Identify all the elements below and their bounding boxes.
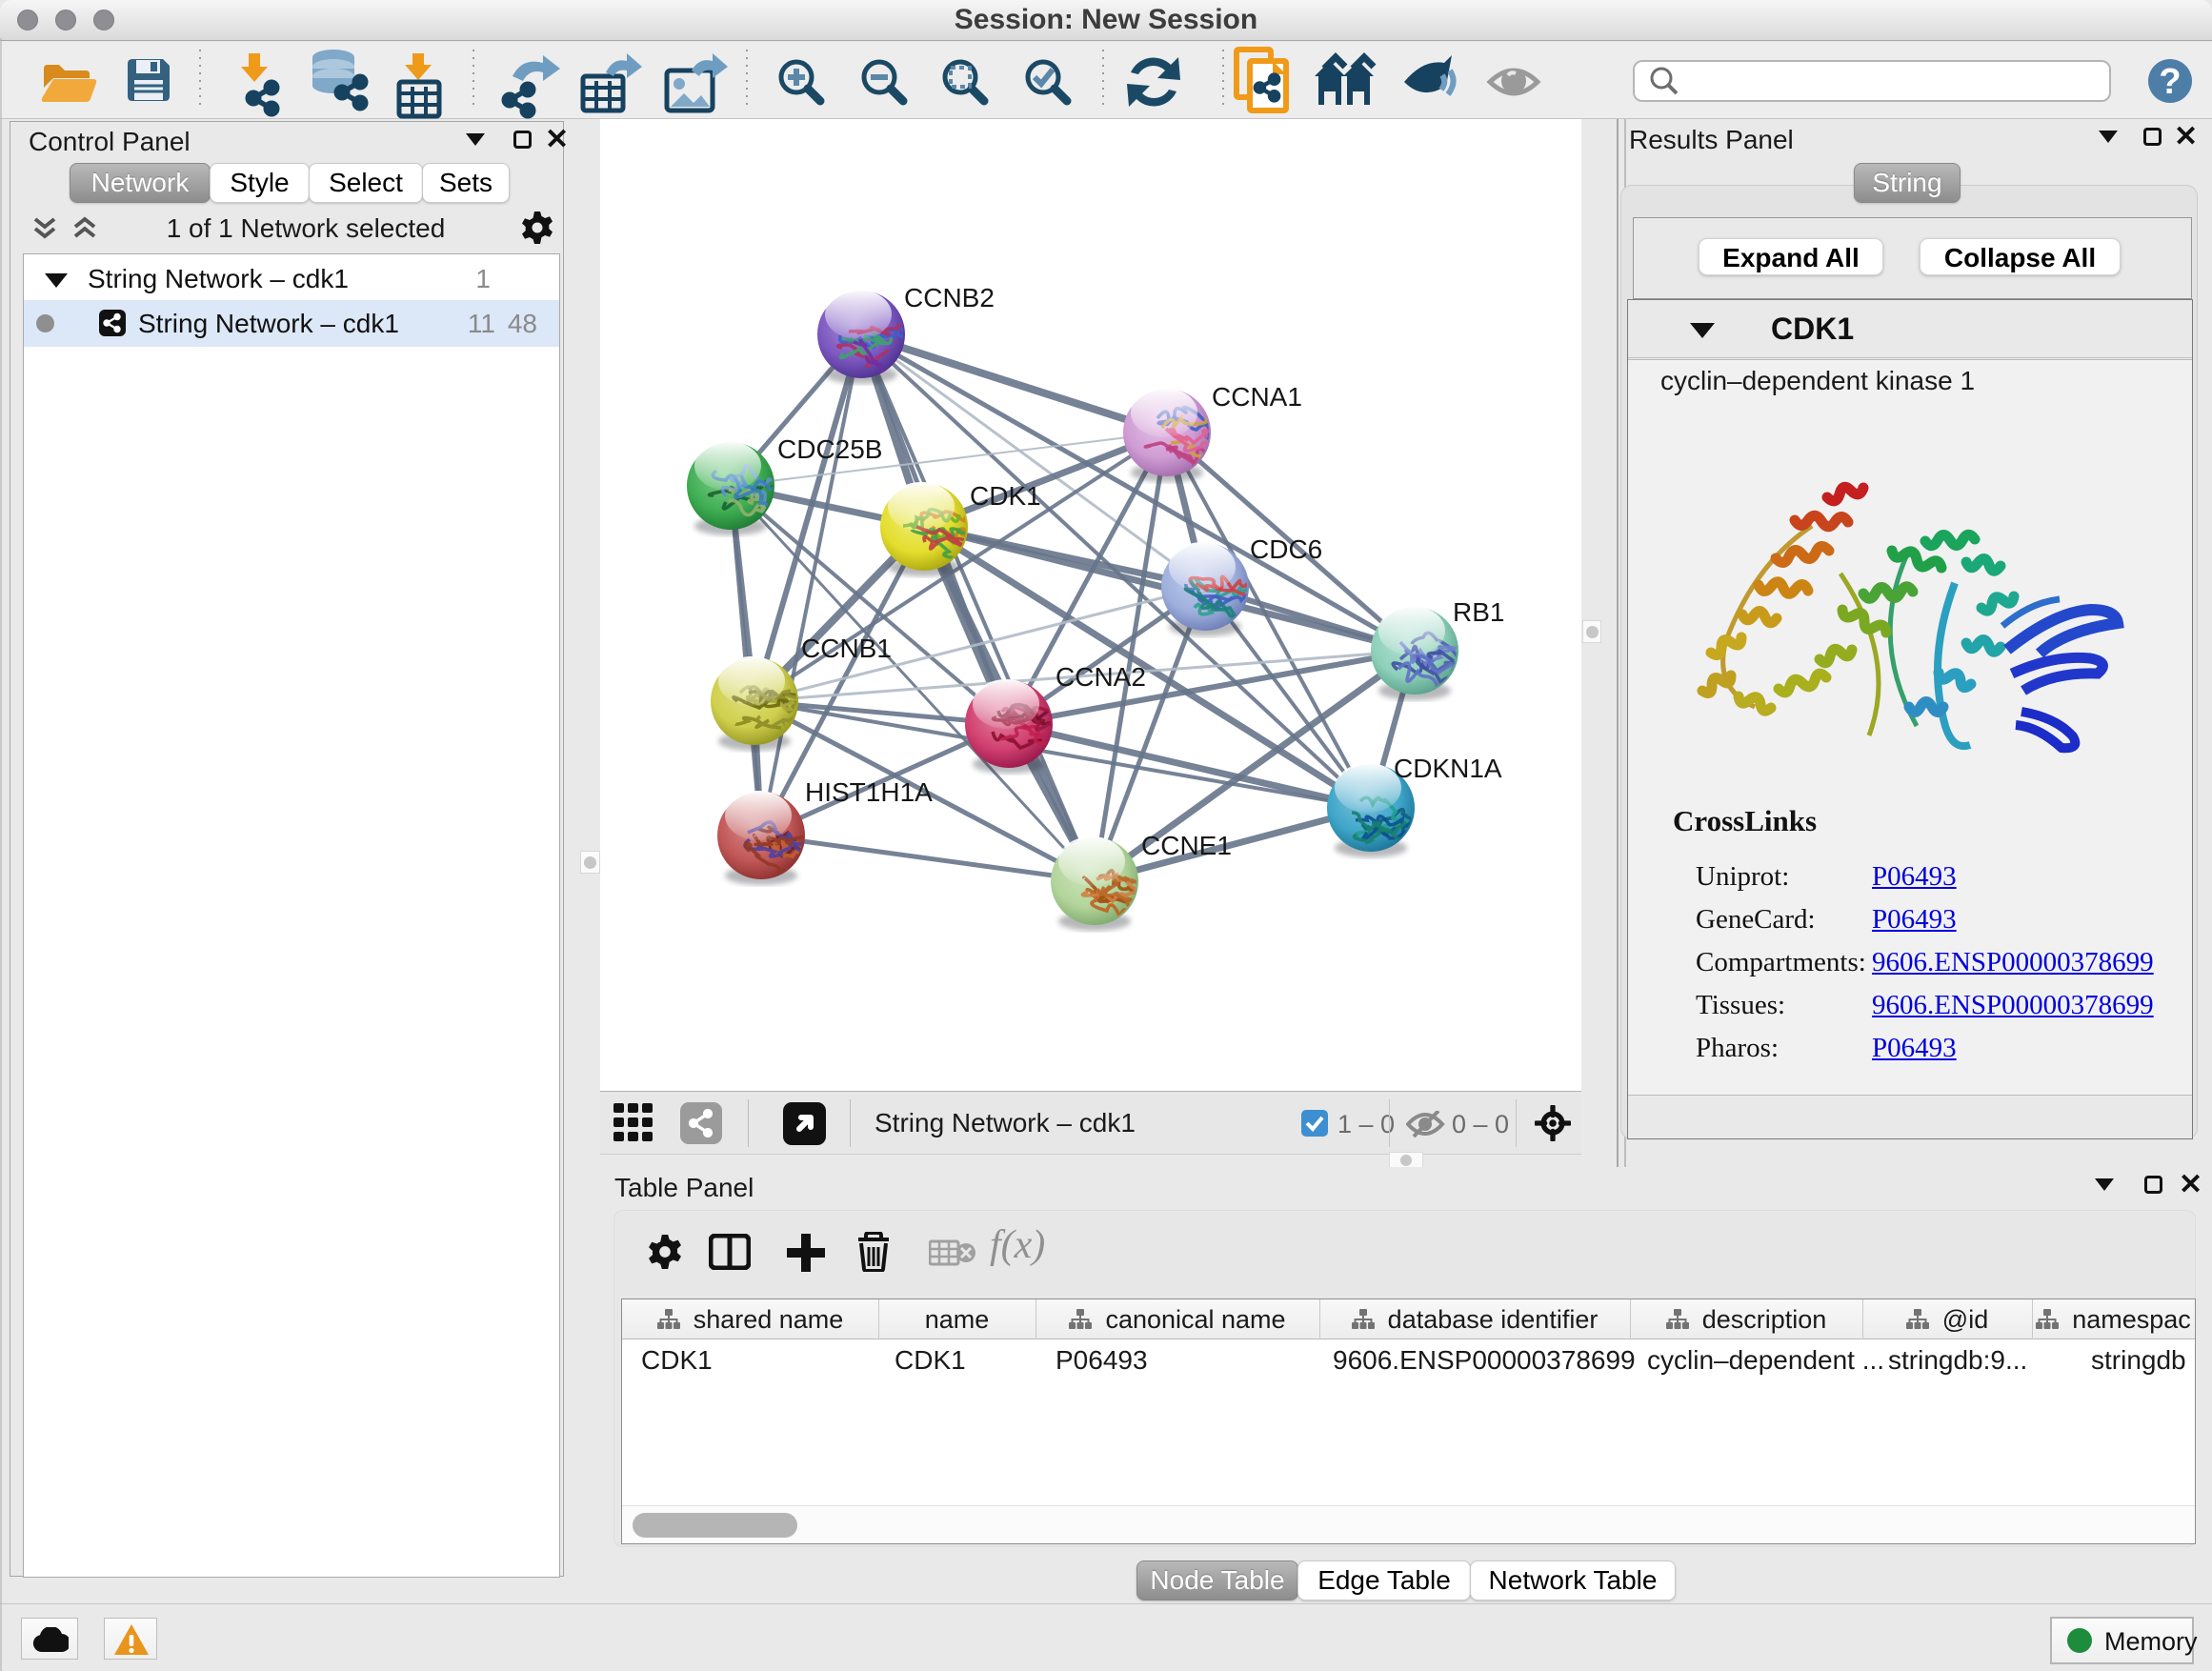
svg-text:?: ? [2159,62,2181,102]
svg-text:CCNB2: CCNB2 [904,283,995,312]
svg-text:CDC6: CDC6 [1250,534,1322,564]
svg-text:CCNA1: CCNA1 [1212,382,1302,412]
svg-text:CCNA2: CCNA2 [1056,662,1146,692]
svg-text:CDKN1A: CDKN1A [1394,754,1502,783]
svg-text:CCNE1: CCNE1 [1141,831,1232,860]
svg-text:CDC25B: CDC25B [777,434,882,464]
svg-text:RB1: RB1 [1453,597,1504,627]
svg-text:HIST1H1A: HIST1H1A [805,777,933,807]
svg-text:CCNB1: CCNB1 [801,634,892,663]
svg-text:CDK1: CDK1 [970,481,1041,511]
